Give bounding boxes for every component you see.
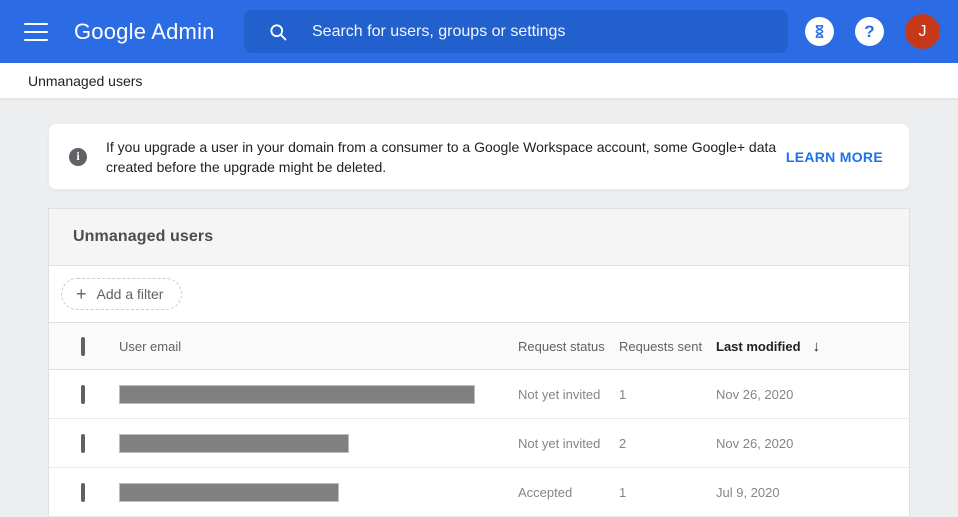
add-filter-label: Add a filter bbox=[97, 286, 164, 302]
request-status-cell: Not yet invited bbox=[518, 387, 619, 402]
request-status-cell: Accepted bbox=[518, 485, 619, 500]
last-modified-cell: Nov 26, 2020 bbox=[716, 387, 909, 402]
banner-message: If you upgrade a user in your domain fro… bbox=[106, 137, 782, 177]
app-bar: Google Admin Search for users, groups or… bbox=[0, 0, 958, 63]
unmanaged-users-card: Unmanaged users + Add a filter User emai… bbox=[48, 208, 910, 517]
table-row[interactable]: Not yet invited 1 Nov 26, 2020 bbox=[49, 370, 909, 419]
sort-desc-icon: ↓ bbox=[813, 338, 821, 355]
search-input[interactable]: Search for users, groups or settings bbox=[244, 10, 788, 53]
table-row[interactable]: Accepted 1 Jul 9, 2020 bbox=[49, 468, 909, 517]
column-header-requests-sent[interactable]: Requests sent bbox=[619, 339, 716, 354]
main-menu-icon[interactable] bbox=[24, 23, 48, 41]
learn-more-link[interactable]: LEARN MORE bbox=[786, 149, 883, 165]
filter-toolbar: + Add a filter bbox=[49, 266, 909, 322]
request-status-cell: Not yet invited bbox=[518, 436, 619, 451]
row-checkbox[interactable] bbox=[81, 434, 85, 453]
column-header-request-status[interactable]: Request status bbox=[518, 339, 619, 354]
add-filter-button[interactable]: + Add a filter bbox=[61, 278, 182, 310]
last-modified-cell: Jul 9, 2020 bbox=[716, 485, 909, 500]
table-row[interactable]: Not yet invited 2 Nov 26, 2020 bbox=[49, 419, 909, 468]
redacted-user-email bbox=[119, 483, 339, 502]
help-button[interactable]: ? bbox=[855, 17, 884, 46]
requests-sent-cell: 1 bbox=[619, 387, 716, 402]
last-modified-cell: Nov 26, 2020 bbox=[716, 436, 909, 451]
card-header: Unmanaged users bbox=[49, 209, 909, 266]
search-placeholder: Search for users, groups or settings bbox=[312, 23, 565, 41]
info-icon: i bbox=[69, 148, 87, 166]
app-bar-actions: ? J bbox=[805, 14, 940, 49]
plus-icon: + bbox=[76, 285, 87, 303]
redacted-user-email bbox=[119, 385, 475, 404]
hourglass-icon bbox=[812, 24, 827, 39]
table-header-row: User email Request status Requests sent … bbox=[49, 322, 909, 370]
product-logo[interactable]: Google Admin bbox=[74, 19, 215, 45]
column-header-last-modified[interactable]: Last modified ↓ bbox=[716, 338, 909, 355]
redacted-user-email bbox=[119, 434, 349, 453]
select-all-checkbox[interactable] bbox=[81, 337, 85, 356]
card-title: Unmanaged users bbox=[73, 228, 213, 246]
breadcrumb: Unmanaged users bbox=[0, 63, 958, 99]
search-icon bbox=[268, 22, 288, 42]
row-checkbox[interactable] bbox=[81, 385, 85, 404]
requests-sent-cell: 1 bbox=[619, 485, 716, 500]
column-header-user-email[interactable]: User email bbox=[119, 339, 518, 354]
account-avatar[interactable]: J bbox=[905, 14, 940, 49]
tasks-button[interactable] bbox=[805, 17, 834, 46]
question-mark-icon: ? bbox=[864, 23, 874, 40]
breadcrumb-item[interactable]: Unmanaged users bbox=[28, 73, 142, 89]
row-checkbox[interactable] bbox=[81, 483, 85, 502]
page-content: i If you upgrade a user in your domain f… bbox=[0, 99, 958, 517]
info-banner: i If you upgrade a user in your domain f… bbox=[48, 123, 910, 190]
requests-sent-cell: 2 bbox=[619, 436, 716, 451]
